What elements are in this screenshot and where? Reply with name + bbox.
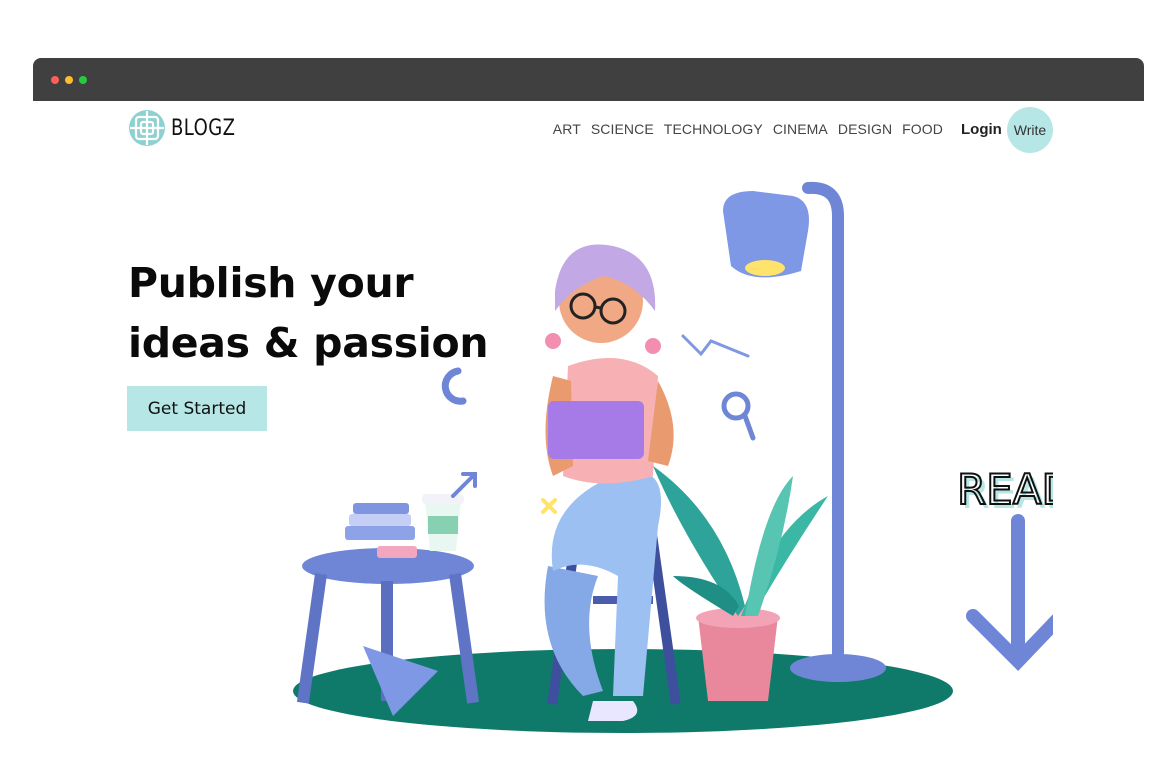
write-button[interactable]: Write <box>1007 107 1053 153</box>
nav-cinema[interactable]: CINEMA <box>773 121 828 137</box>
minimize-window-icon[interactable] <box>65 76 73 84</box>
nav-design[interactable]: DESIGN <box>838 121 892 137</box>
nav-science[interactable]: SCIENCE <box>591 121 654 137</box>
logo[interactable]: BLOGZ <box>127 108 250 148</box>
login-link[interactable]: Login <box>961 121 1002 138</box>
get-started-button[interactable]: Get Started <box>127 386 267 431</box>
nav-food[interactable]: FOOD <box>902 121 943 137</box>
celtic-knot-icon <box>129 110 165 146</box>
reading-girl-illustration: READ READ <box>293 181 1053 733</box>
close-window-icon[interactable] <box>51 76 59 84</box>
logo-text: BLOGZ <box>171 115 236 141</box>
main-nav: ART SCIENCE TECHNOLOGY CINEMA DESIGN FOO… <box>553 121 943 137</box>
page: BLOGZ ART SCIENCE TECHNOLOGY CINEMA DESI… <box>33 101 1144 783</box>
browser-title-bar <box>33 58 1144 101</box>
nav-art[interactable]: ART <box>553 121 581 137</box>
down-arrow-icon <box>966 514 1053 672</box>
nav-technology[interactable]: TECHNOLOGY <box>664 121 763 137</box>
maximize-window-icon[interactable] <box>79 76 87 84</box>
read-text: READ <box>957 465 1053 514</box>
